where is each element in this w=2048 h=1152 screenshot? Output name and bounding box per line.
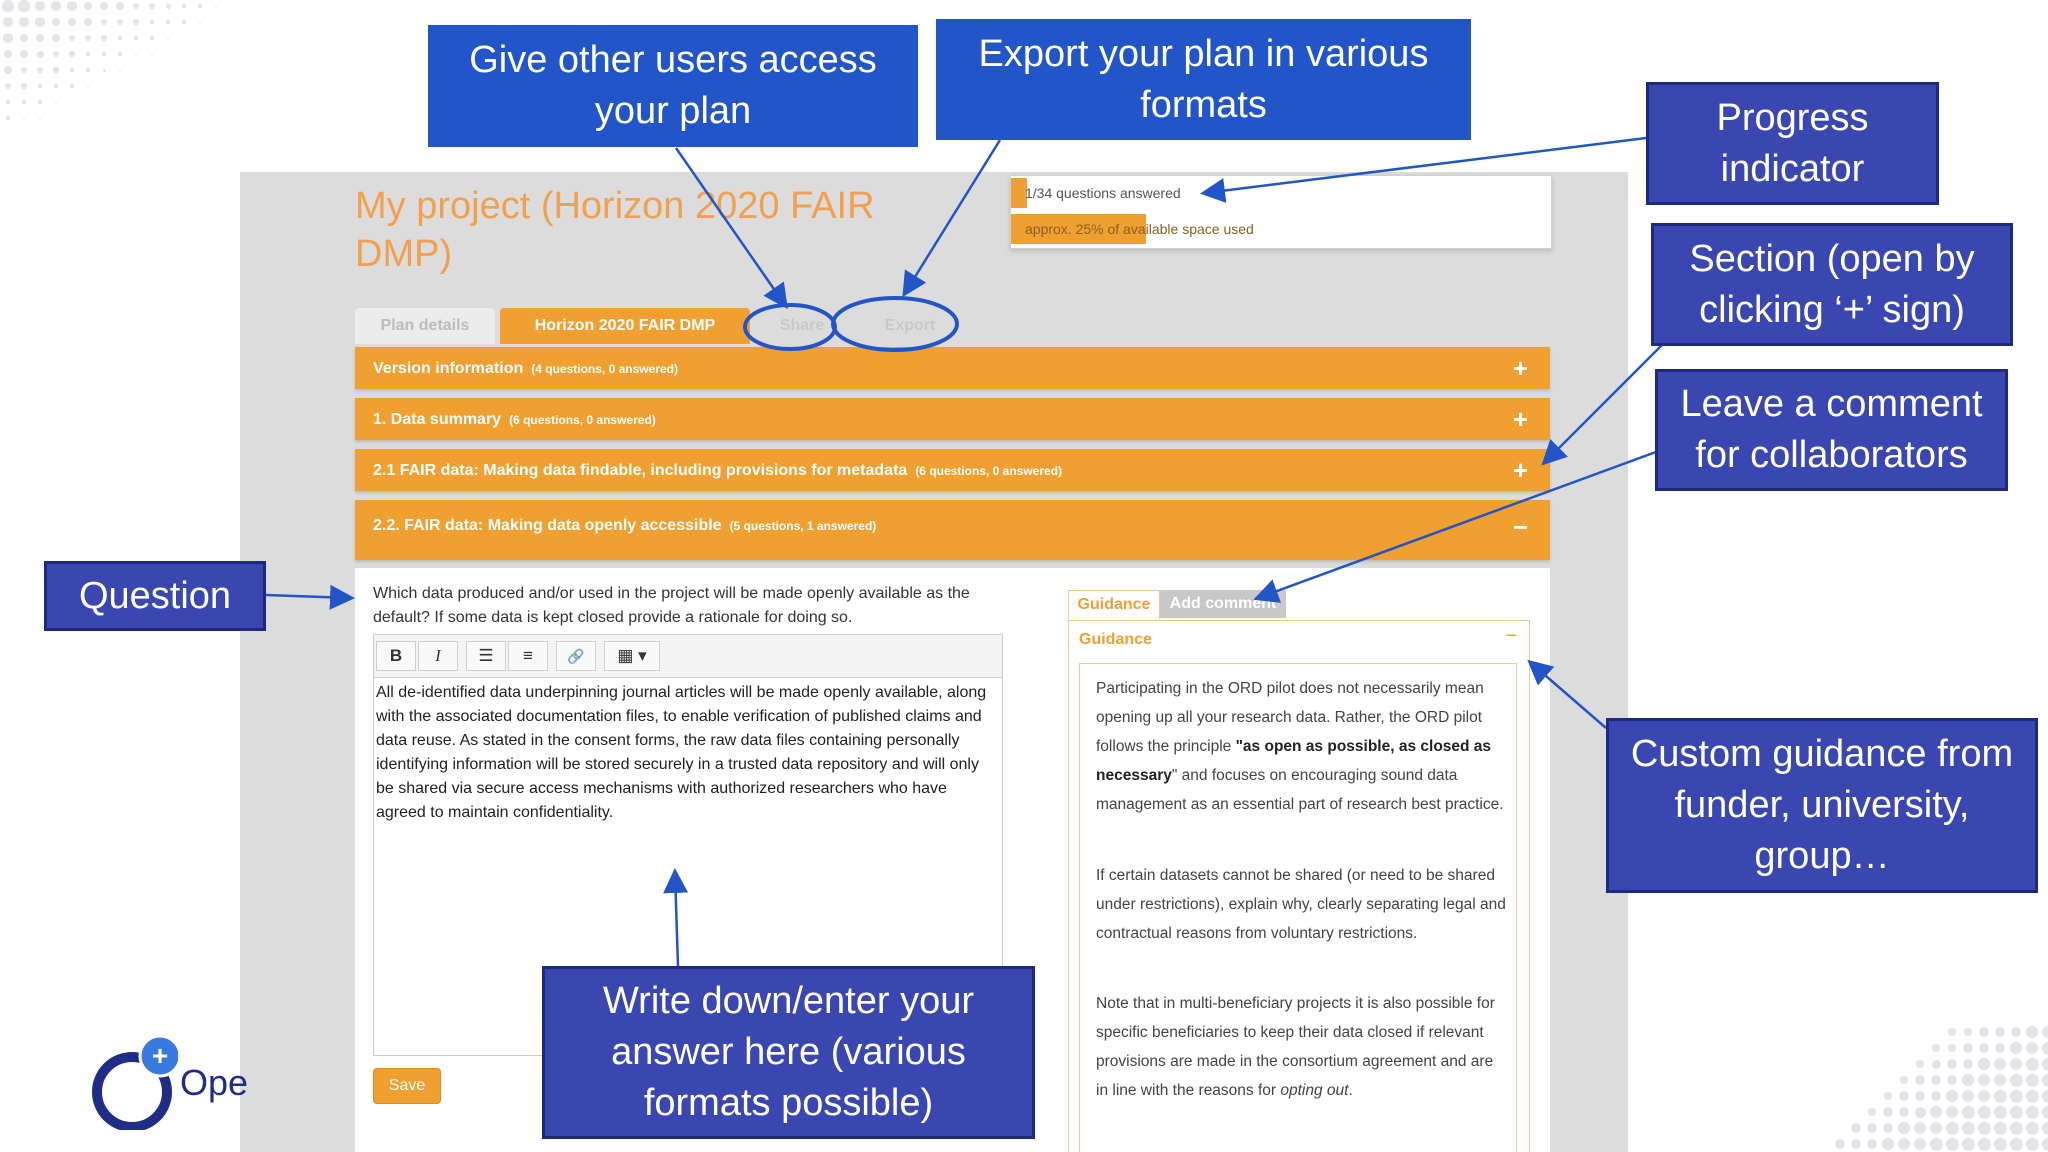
callout-question: Question bbox=[44, 561, 266, 631]
callout-guidance: Custom guidance from funder, university,… bbox=[1606, 718, 2038, 893]
callout-progress: Progress indicator bbox=[1646, 82, 1939, 205]
arrow-to-add-comment bbox=[1253, 450, 1657, 603]
arrow-to-answer bbox=[663, 868, 689, 967]
logo-text: Ope bbox=[180, 1062, 249, 1103]
callout-share: Give other users access your plan bbox=[428, 25, 918, 147]
share-highlight-circle bbox=[743, 303, 837, 351]
arrow-to-progress bbox=[1200, 136, 1647, 203]
arrow-to-share bbox=[674, 147, 788, 310]
callout-comment: Leave a comment for collaborators bbox=[1655, 369, 2008, 491]
logo-plus: + bbox=[152, 1040, 168, 1071]
export-highlight-circle bbox=[831, 296, 959, 352]
arrow-to-export bbox=[902, 139, 1002, 298]
openaire-logo-icon: + bbox=[92, 1034, 178, 1130]
callout-section: Section (open by clicking ‘+’ sign) bbox=[1651, 223, 2013, 346]
callout-answer: Write down/enter your answer here (vario… bbox=[542, 966, 1035, 1139]
arrow-to-section-plus bbox=[1541, 344, 1663, 466]
arrow-to-guidance bbox=[1527, 659, 1607, 729]
callout-export: Export your plan in various formats bbox=[936, 19, 1471, 140]
arrow-to-question bbox=[265, 584, 355, 610]
